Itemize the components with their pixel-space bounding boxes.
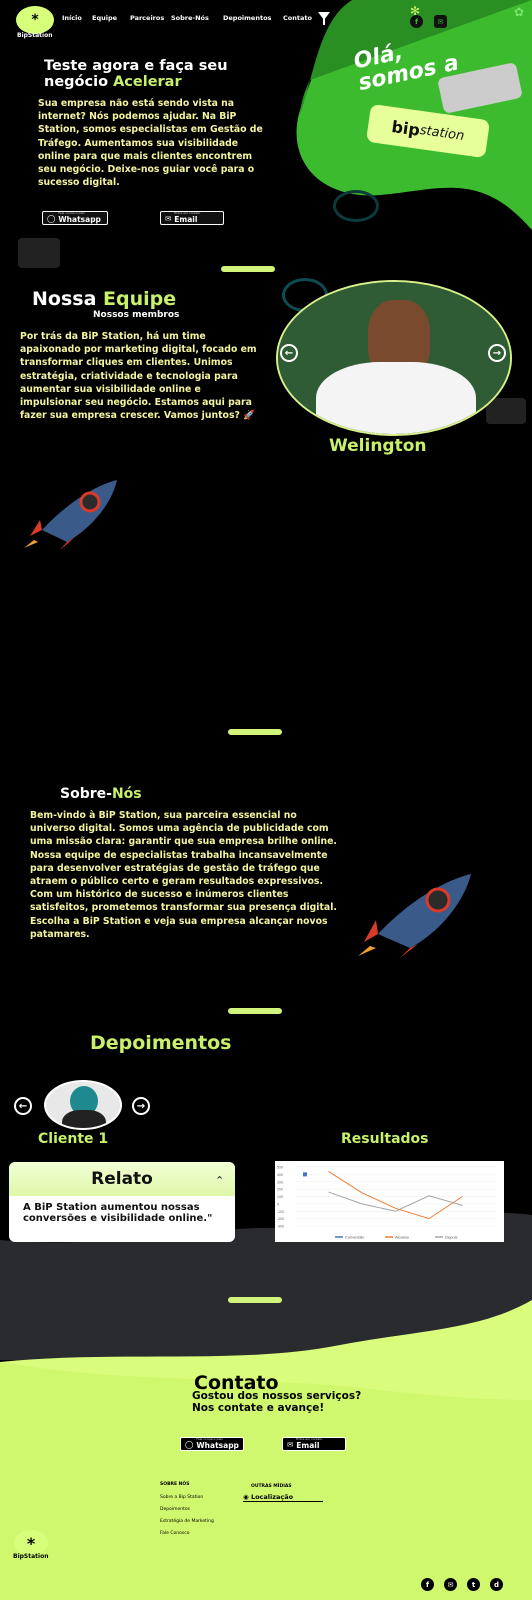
chart-y-tick-label: -100: [277, 1210, 284, 1214]
chart-legend-label: Conversão: [345, 1235, 365, 1240]
facebook-icon[interactable]: f: [410, 15, 423, 28]
results-chart: -300 -200 -100 0 100 200 300 400 500 Conversão Al…: [275, 1161, 504, 1242]
section-divider: [221, 266, 275, 272]
chart-legend: Conversão Alcance Depois: [335, 1235, 457, 1240]
team-next-button[interactable]: →: [488, 344, 506, 362]
nav-item-contato[interactable]: Contato: [283, 14, 312, 22]
footer-col2-title: OUTRAS MÍDIAS: [251, 1484, 292, 1489]
about-title: Sobre-Nós: [60, 786, 142, 802]
chevron-up-icon[interactable]: ^: [216, 1175, 223, 1184]
whatsapp-icon: ◯: [47, 213, 56, 223]
nav-item-depoimentos[interactable]: Depoimentos: [223, 14, 271, 22]
nav-item-parceiros[interactable]: Parceiros: [130, 14, 164, 22]
twitter-icon[interactable]: t: [467, 1578, 480, 1591]
chart-y-tick-label: 400: [277, 1173, 283, 1177]
nav-item-sobre-nos[interactable]: Sobre-Nós: [171, 14, 209, 22]
chart-legend-label: Alcance: [395, 1235, 410, 1240]
about-paragraph: Bem-vindo à BiP Station, sua parceira es…: [30, 810, 337, 940]
email-button[interactable]: ✉ Entre em contato Email: [160, 211, 224, 225]
footer-logo-text: BipStation: [13, 1553, 49, 1560]
team-paragraph: Por trás da BiP Station, há um time apai…: [20, 331, 257, 422]
footer-links: Sobre a Bip Station Depoimentos Estratég…: [160, 1492, 214, 1540]
team-prev-button[interactable]: ←: [280, 344, 298, 362]
chart-y-tick-label: -300: [277, 1225, 284, 1229]
contact-whatsapp-button[interactable]: ◯ Fale conosco pelo Whatsapp: [180, 1437, 244, 1451]
section-divider: [228, 729, 282, 735]
footer-link[interactable]: Depoimentos: [160, 1504, 214, 1516]
contact-subtitle: Gostou dos nossos serviços? Nos contate …: [192, 1390, 362, 1414]
team-title: Nossa Equipe: [32, 288, 177, 310]
location-link[interactable]: ◉ Localização: [243, 1493, 323, 1502]
client-avatar: [44, 1080, 122, 1130]
testimonial-prev-button[interactable]: ←: [14, 1097, 32, 1115]
location-pin-icon: ◉: [243, 1493, 249, 1501]
chart-y-tick-label: 0: [277, 1202, 279, 1206]
discord-icon[interactable]: d: [490, 1578, 503, 1591]
chart-legend-label: Depois: [445, 1235, 457, 1240]
contact-email-button[interactable]: ✉ Entre em contato Email: [282, 1437, 346, 1451]
facebook-icon[interactable]: f: [421, 1578, 434, 1591]
whatsapp-button[interactable]: ◯ Fale conosco pelo Whatsapp: [42, 211, 108, 225]
footer-link[interactable]: Estratégia de Marketing: [160, 1516, 214, 1528]
rocket-icon: [24, 480, 117, 550]
hero-paragraph: Sua empresa não está sendo vista na inte…: [38, 98, 263, 189]
chart-series: [303, 1171, 463, 1220]
mail-icon[interactable]: ✉: [444, 1578, 457, 1591]
rocket-icon: [358, 874, 471, 958]
testimonial-quote: A BiP Station aumentou nossas conversões…: [23, 1202, 213, 1224]
testimonial-card-title: Relato: [91, 1169, 153, 1189]
testimonial-next-button[interactable]: →: [132, 1097, 150, 1115]
brand-logo[interactable]: *: [16, 6, 54, 34]
chart-y-tick-label: 100: [277, 1195, 283, 1199]
testimonials-title: Depoimentos: [90, 1032, 232, 1054]
envelope-icon: ✉: [165, 213, 172, 223]
filter-icon[interactable]: [318, 12, 330, 25]
footer-link[interactable]: Sobre a Bip Station: [160, 1492, 214, 1504]
chart-y-tick-label: 500: [277, 1166, 283, 1170]
testimonial-card: Relato ^ A BiP Station aumentou nossas c…: [9, 1162, 235, 1242]
chart-y-tick-label: 200: [277, 1188, 283, 1192]
hero-title: Teste agora e faça seu negócio Acelerar: [44, 58, 228, 90]
decorative-ring: [333, 190, 379, 222]
mail-icon[interactable]: ✉: [434, 15, 447, 28]
settings-icon[interactable]: ✿: [514, 5, 524, 19]
whatsapp-icon: ◯: [185, 1439, 194, 1449]
nav-item-equipe[interactable]: Equipe: [92, 14, 117, 22]
nav-item-inicio[interactable]: Início: [62, 14, 82, 22]
client-name: Cliente 1: [38, 1131, 109, 1147]
chart-point: [303, 1172, 307, 1177]
footer-col1-title: SOBRE NÓS: [160, 1482, 190, 1487]
chart-grid: -300 -200 -100 0 100 200 300 400 500: [277, 1166, 496, 1229]
footer-link[interactable]: Fale Conosco: [160, 1528, 214, 1540]
section-divider: [228, 1008, 282, 1014]
team-member-name: Welington: [329, 436, 427, 456]
chart-y-tick-label: -200: [277, 1217, 284, 1221]
section-divider: [228, 1297, 282, 1303]
brand-logo-text: BipStation: [17, 32, 53, 39]
chart-y-tick-label: 300: [277, 1180, 283, 1184]
envelope-icon: ✉: [287, 1439, 294, 1449]
team-subtitle: Nossos membros: [93, 310, 180, 320]
results-title: Resultados: [341, 1131, 429, 1147]
team-member-photo: [276, 280, 512, 436]
